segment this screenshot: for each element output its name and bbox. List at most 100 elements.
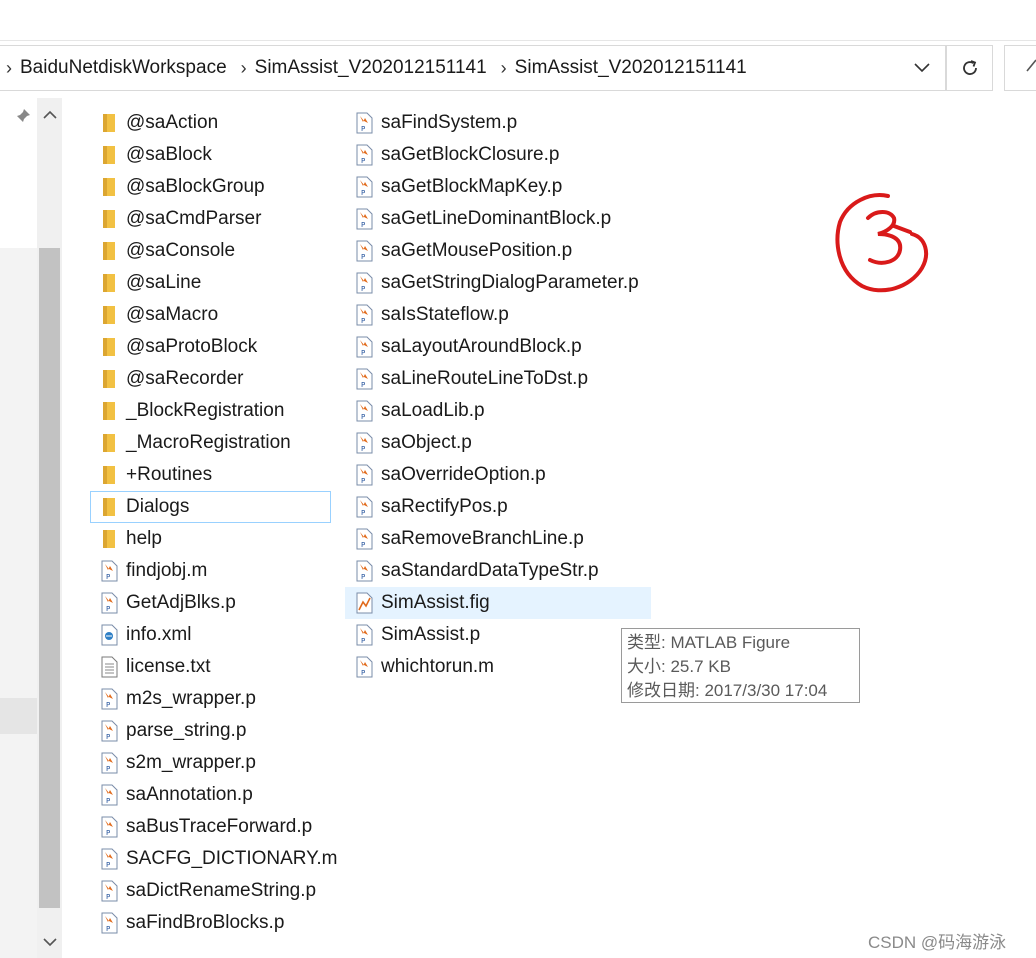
search-icon <box>1026 59 1036 72</box>
file-item[interactable]: PsaGetBlockMapKey.p <box>345 171 651 203</box>
file-item[interactable]: PsaAnnotation.p <box>90 779 331 811</box>
file-name: SimAssist.p <box>381 624 481 645</box>
folder-name: @saProtoBlock <box>126 336 258 357</box>
file-name: saAnnotation.p <box>126 784 253 805</box>
breadcrumb-item[interactable]: SimAssist_V202012151141 <box>515 57 747 79</box>
folder-item[interactable]: @saBlock <box>90 139 331 171</box>
file-item[interactable]: P SimAssist.p <box>345 619 651 651</box>
folder-icon <box>99 272 119 294</box>
file-item[interactable]: P SACFG_DICTIONARY.m <box>90 843 338 875</box>
folder-item[interactable]: @saBlockGroup <box>90 171 331 203</box>
file-item[interactable]: PsaOverrideOption.p <box>345 459 651 491</box>
file-item[interactable]: Pwhichtorun.m <box>345 651 651 683</box>
file-item[interactable]: PsaBusTraceForward.p <box>90 811 331 843</box>
breadcrumb-chevron-icon[interactable]: › <box>227 45 255 91</box>
file-item[interactable]: PsaDictRenameString.p <box>90 875 331 907</box>
file-item[interactable]: Pfindjobj.m <box>90 555 331 587</box>
folder-item[interactable]: _MacroRegistration <box>90 427 331 459</box>
file-item[interactable]: P GetAdjBlks.p <box>90 587 331 619</box>
folder-item[interactable]: +Routines <box>90 459 331 491</box>
file-name: saGetStringDialogParameter.p <box>381 272 639 293</box>
folder-item[interactable]: @saCmdParser <box>90 203 331 235</box>
scroll-up-chevron-icon[interactable] <box>37 100 62 128</box>
folder-item-focused[interactable]: Dialogs <box>90 491 331 523</box>
folder-item[interactable]: help <box>90 523 331 555</box>
folder-name: +Routines <box>126 464 213 485</box>
file-item[interactable]: Ps2m_wrapper.p <box>90 747 331 779</box>
file-item[interactable]: PsaGetMousePosition.p <box>345 235 651 267</box>
matlab-file-icon: P <box>99 880 119 902</box>
svg-text:P: P <box>106 829 110 837</box>
folder-name: @saConsole <box>126 240 236 261</box>
file-item[interactable]: PsaIsStateflow.p <box>345 299 651 331</box>
svg-text:P: P <box>106 733 110 741</box>
breadcrumb-chevron-icon[interactable]: › <box>487 45 515 91</box>
svg-text:P: P <box>361 445 365 453</box>
address-history-chevron-down-icon[interactable] <box>899 46 945 90</box>
folder-item[interactable]: @saAction <box>90 107 331 139</box>
navigation-selected-item[interactable] <box>0 698 37 734</box>
file-item[interactable]: license.txt <box>90 651 331 683</box>
file-item-hovered[interactable]: SimAssist.fig <box>345 587 651 619</box>
search-input[interactable] <box>1004 45 1036 91</box>
folder-item[interactable]: @saProtoBlock <box>90 331 331 363</box>
folder-icon <box>99 368 119 390</box>
folder-icon <box>99 432 119 454</box>
file-name: saGetMousePosition.p <box>381 240 573 261</box>
file-item[interactable]: PsaRectifyPos.p <box>345 491 651 523</box>
file-item[interactable]: PsaLoadLib.p <box>345 395 651 427</box>
file-item[interactable]: PsaLayoutAroundBlock.p <box>345 331 651 363</box>
file-name: saLayoutAroundBlock.p <box>381 336 582 357</box>
svg-text:P: P <box>361 637 365 645</box>
matlab-file-icon: P <box>354 624 374 646</box>
file-item[interactable]: PsaRemoveBranchLine.p <box>345 523 651 555</box>
address-bar[interactable]: › BaiduNetdiskWorkspace › SimAssist_V202… <box>0 45 946 91</box>
file-item[interactable]: PsaGetBlockClosure.p <box>345 139 651 171</box>
file-name: SimAssist.fig <box>381 592 490 613</box>
matlab-file-icon: P <box>99 720 119 742</box>
file-item[interactable]: PsaLineRouteLineToDst.p <box>345 363 651 395</box>
matlab-file-icon: P <box>354 240 374 262</box>
folder-item[interactable]: @saMacro <box>90 299 331 331</box>
pin-icon[interactable] <box>15 108 31 129</box>
file-item[interactable]: PsaFindSystem.p <box>345 107 651 139</box>
folder-name: @saMacro <box>126 304 219 325</box>
scrollbar-thumb[interactable] <box>39 248 60 908</box>
folder-icon <box>99 464 119 486</box>
file-item[interactable]: Pm2s_wrapper.p <box>90 683 331 715</box>
file-item[interactable]: info.xml <box>90 619 331 651</box>
file-item[interactable]: PsaFindBroBlocks.p <box>90 907 331 939</box>
file-name: whichtorun.m <box>381 656 494 677</box>
matlab-file-icon: P <box>354 464 374 486</box>
file-item[interactable]: PsaGetStringDialogParameter.p <box>345 267 651 299</box>
file-name: info.xml <box>126 624 192 645</box>
breadcrumb-item[interactable]: SimAssist_V202012151141 <box>255 57 487 79</box>
matlab-figure-icon <box>354 592 374 614</box>
file-item[interactable]: PsaGetLineDominantBlock.p <box>345 203 651 235</box>
scroll-down-chevron-icon[interactable] <box>37 928 62 956</box>
svg-text:P: P <box>361 221 365 229</box>
svg-text:P: P <box>361 317 365 325</box>
folder-icon <box>99 336 119 358</box>
file-item[interactable]: PsaStandardDataTypeStr.p <box>345 555 651 587</box>
tooltip-type: 类型: MATLAB Figure <box>627 633 791 652</box>
breadcrumb-chevron-icon[interactable]: › <box>0 45 20 91</box>
folder-item[interactable]: @saRecorder <box>90 363 331 395</box>
folder-icon <box>99 176 119 198</box>
breadcrumb-item[interactable]: BaiduNetdiskWorkspace <box>20 57 227 79</box>
matlab-file-icon: P <box>354 432 374 454</box>
folder-item[interactable]: @saConsole <box>90 235 331 267</box>
navigation-pane-body <box>0 248 37 958</box>
file-item[interactable]: Pparse_string.p <box>90 715 331 747</box>
svg-text:P: P <box>361 125 365 133</box>
folder-item[interactable]: @saLine <box>90 267 331 299</box>
matlab-file-icon: P <box>99 848 119 870</box>
refresh-button[interactable] <box>946 45 993 91</box>
svg-text:P: P <box>361 349 365 357</box>
matlab-file-icon: P <box>354 304 374 326</box>
file-name: saBusTraceForward.p <box>126 816 313 837</box>
file-name: saLoadLib.p <box>381 400 485 421</box>
folder-item[interactable]: _BlockRegistration <box>90 395 331 427</box>
file-item[interactable]: PsaObject.p <box>345 427 651 459</box>
svg-text:P: P <box>361 669 365 677</box>
